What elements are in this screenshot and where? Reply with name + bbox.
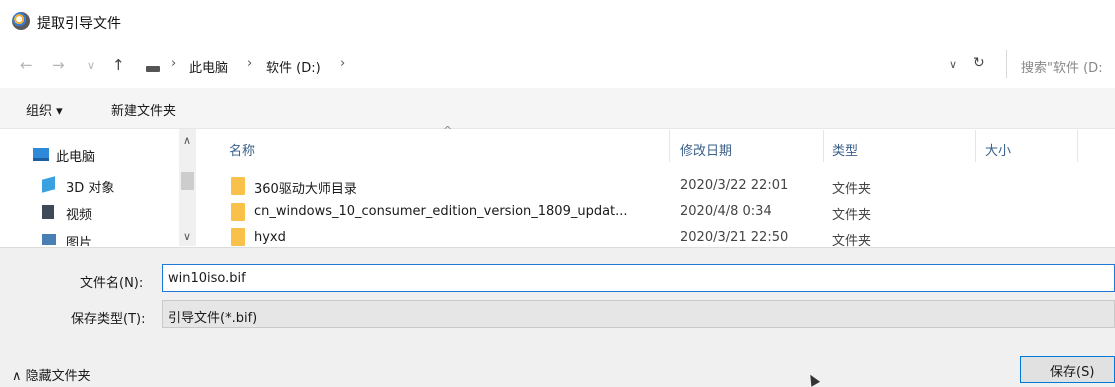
column-header-name[interactable]: 名称 [229,140,255,159]
save-button-label: 保存(S) [1050,365,1095,380]
breadcrumb-drive-d[interactable]: 软件 (D:) [266,57,321,76]
column-divider[interactable] [823,130,824,162]
breadcrumb-this-pc[interactable]: 此电脑 [189,57,228,76]
hide-folders-toggle[interactable]: ∧ 隐藏文件夹 [12,365,91,384]
file-type: 文件夹 [832,208,872,223]
nav-scrollbar-thumb[interactable] [181,172,194,190]
folder-icon [231,228,245,246]
filetype-value: 引导文件(*.bif) [168,311,258,326]
column-header-type[interactable]: 类型 [832,140,858,159]
nav-item-videos[interactable]: 视频 [66,204,92,223]
file-name: hyxd [254,230,286,245]
filetype-label: 保存类型(T): [71,312,146,327]
nav-item-3d-objects[interactable]: 3D 对象 [66,177,114,196]
column-header-date[interactable]: 修改日期 [680,140,732,159]
file-row[interactable] [220,226,1115,246]
computer-icon [33,148,49,161]
new-folder-button[interactable]: 新建文件夹 [111,100,176,119]
title-bar [0,0,1115,44]
folder-icon [231,177,245,195]
filename-value: win10iso.bif [168,271,246,286]
image-icon [42,234,56,245]
address-dropdown-icon[interactable]: ∨ [949,58,957,71]
column-header-size[interactable]: 大小 [985,140,1011,159]
up-arrow-icon[interactable]: ↑ [112,56,125,74]
breadcrumb-separator: › [247,56,253,71]
file-date: 2020/3/22 22:01 [680,178,789,193]
scroll-up-icon[interactable]: ∧ [183,134,191,147]
sort-ascending-icon: ^ [443,124,453,137]
nav-item-this-pc[interactable]: 此电脑 [56,146,95,165]
forward-arrow-icon[interactable]: → [52,56,65,74]
recent-locations-icon[interactable]: ∨ [87,59,95,72]
drive-icon [146,66,160,72]
filetype-select[interactable] [162,300,1115,328]
file-name: cn_windows_10_consumer_edition_version_1… [254,204,628,219]
file-type: 文件夹 [832,182,872,197]
nav-item-pictures[interactable]: 图片 [66,232,92,246]
organize-button[interactable]: 组织 ▾ [26,100,63,119]
app-icon [12,12,30,30]
address-bar[interactable] [133,50,989,78]
breadcrumb-separator: › [171,56,177,71]
video-icon [42,205,54,219]
refresh-icon[interactable]: ↻ [973,55,985,71]
filename-label: 文件名(N): [80,276,144,291]
search-placeholder: 搜索"软件 (D: [1021,61,1103,76]
breadcrumb-separator: › [340,56,346,71]
file-date: 2020/4/8 0:34 [680,204,772,219]
scroll-down-icon[interactable]: ∨ [183,230,191,243]
filename-input[interactable] [162,264,1115,292]
column-divider[interactable] [975,130,976,162]
column-divider[interactable] [1077,130,1078,162]
column-divider[interactable] [669,130,670,162]
folder-icon [231,203,245,221]
file-date: 2020/3/21 22:50 [680,230,789,245]
back-arrow-icon[interactable]: ← [20,56,33,74]
window-title: 提取引导文件 [37,16,121,32]
file-name: 360驱动大师目录 [254,182,357,197]
